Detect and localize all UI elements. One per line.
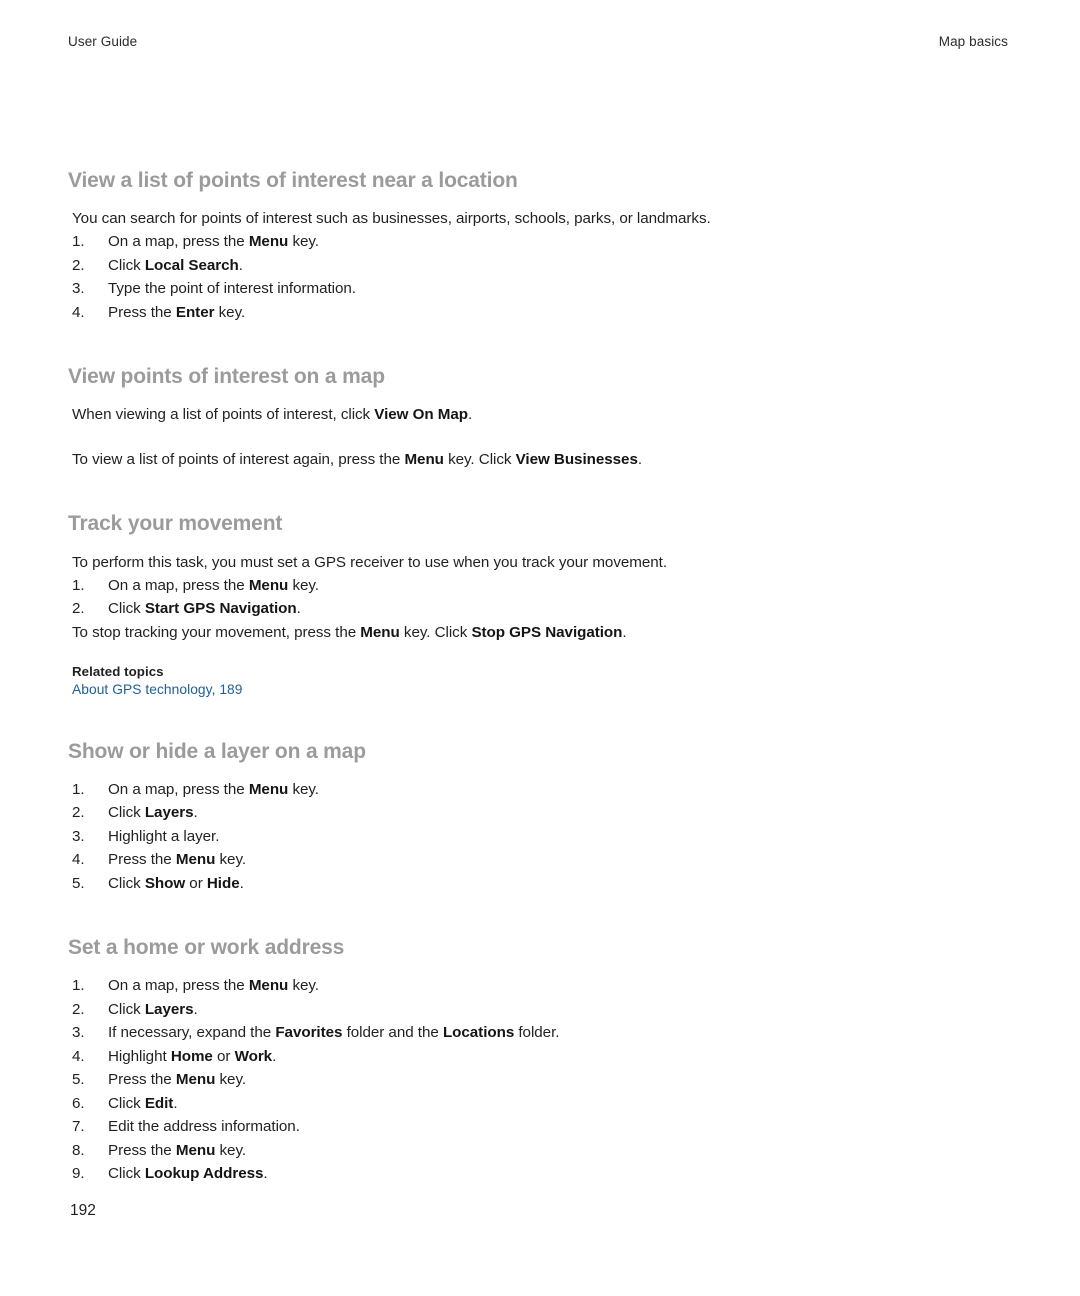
list-item: Click Start GPS Navigation.	[72, 597, 301, 620]
related-topic-link[interactable]: About GPS technology, 189	[72, 682, 243, 697]
section-track-your-movement: Track your movement To perform this task…	[68, 511, 768, 698]
section-heading: Set a home or work address	[68, 936, 345, 960]
list-item: On a map, press the Menu key.	[72, 778, 319, 801]
list-item: Click Layers.	[72, 801, 198, 824]
list-item: Highlight a layer.	[72, 825, 220, 848]
section-intro: You can search for points of interest su…	[72, 210, 711, 228]
list-item: On a map, press the Menu key.	[72, 230, 319, 253]
step-list: On a map, press the Menu key. Click Star…	[68, 574, 768, 621]
running-head-left: User Guide	[68, 34, 138, 49]
section-heading: Track your movement	[68, 512, 283, 536]
list-item: On a map, press the Menu key.	[72, 574, 319, 597]
list-item: Press the Menu key.	[72, 1068, 247, 1091]
section-heading: View points of interest on a map	[68, 365, 385, 389]
list-item: Click Layers.	[72, 998, 198, 1021]
section-show-or-hide-a-layer: Show or hide a layer on a map On a map, …	[68, 739, 768, 896]
list-item: If necessary, expand the Favorites folde…	[72, 1021, 560, 1044]
list-item: Click Show or Hide.	[72, 872, 244, 895]
list-item: Highlight Home or Work.	[72, 1045, 277, 1068]
related-topics-label: Related topics	[72, 663, 164, 679]
list-item: Click Lookup Address.	[72, 1162, 268, 1185]
list-item: Press the Enter key.	[72, 301, 246, 324]
running-head: User Guide Map basics	[68, 34, 1008, 49]
section-heading: Show or hide a layer on a map	[68, 739, 366, 763]
running-head-right: Map basics	[938, 34, 1008, 49]
page-number: 192	[70, 1202, 96, 1219]
section-view-list-of-points-of-interest: View a list of points of interest near a…	[68, 168, 768, 324]
section-intro: To perform this task, you must set a GPS…	[72, 553, 668, 571]
section-set-a-home-or-work-address: Set a home or work address On a map, pre…	[68, 935, 768, 1186]
list-item: Press the Menu key.	[72, 848, 247, 871]
step-list: On a map, press the Menu key. Click Laye…	[68, 778, 768, 896]
section-view-points-of-interest-on-a-map: View points of interest on a map When vi…	[68, 364, 768, 471]
section-paragraph: To view a list of points of interest aga…	[72, 451, 643, 469]
document-page: User Guide Map basics View a list of poi…	[0, 0, 1080, 1296]
list-item: Edit the address information.	[72, 1115, 300, 1138]
list-item: On a map, press the Menu key.	[72, 974, 319, 997]
list-item: Click Edit.	[72, 1092, 178, 1115]
list-item: Type the point of interest information.	[72, 277, 356, 300]
step-list: On a map, press the Menu key. Click Laye…	[68, 974, 768, 1186]
section-heading: View a list of points of interest near a…	[68, 169, 518, 192]
list-item: Click Local Search.	[72, 254, 243, 277]
section-outro: To stop tracking your movement, press th…	[72, 623, 627, 641]
section-paragraph: When viewing a list of points of interes…	[72, 406, 473, 424]
page-content: View a list of points of interest near a…	[68, 168, 768, 1186]
step-list: On a map, press the Menu key. Click Loca…	[68, 230, 768, 324]
list-item: Press the Menu key.	[72, 1139, 247, 1162]
